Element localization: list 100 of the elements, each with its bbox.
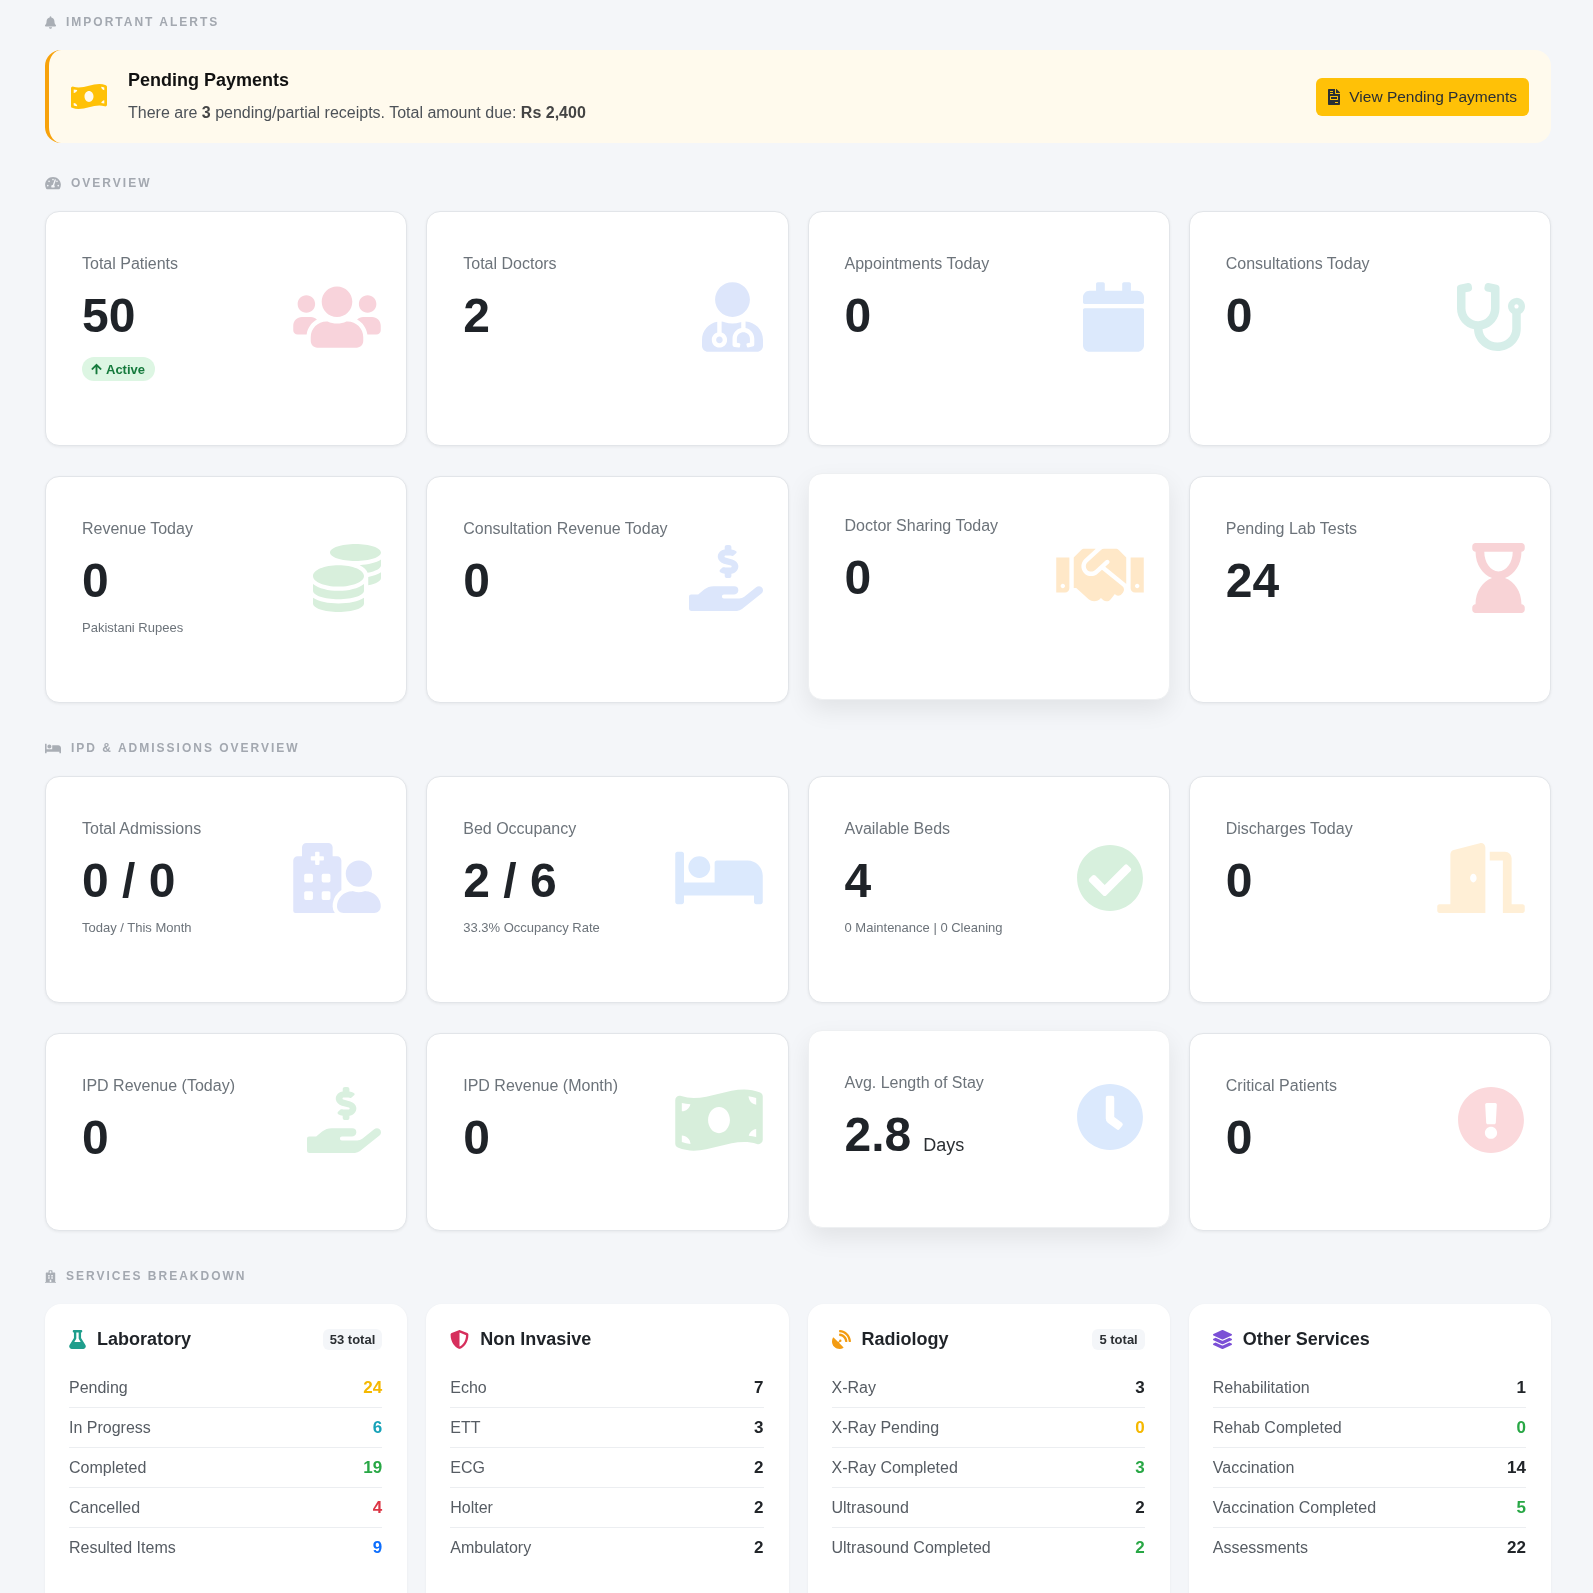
bell-icon [45, 15, 56, 29]
total-count: 53 total [322, 1328, 383, 1350]
hospital-icon [45, 1269, 56, 1283]
service-title: Other Services [1242, 1328, 1370, 1350]
service-count: 2 [754, 1537, 764, 1558]
stat-value: 0 [1225, 853, 1253, 909]
service-label: X-Ray [831, 1378, 876, 1397]
service-count: 5 [1516, 1497, 1526, 1518]
stat-label: Consultation Revenue Today [463, 519, 668, 539]
stat-value: 0 [844, 550, 872, 606]
satellite-dish-icon [831, 1329, 851, 1349]
stat-value: 0 / 0 [82, 853, 176, 909]
service-label: Rehab Completed [1212, 1418, 1342, 1437]
service-label: Pending [69, 1378, 128, 1397]
stat-label: Appointments Today [844, 254, 990, 274]
calendar-icon [1082, 281, 1144, 352]
service-label: ECG [450, 1458, 485, 1477]
service-label: Assessments [1212, 1538, 1308, 1557]
bed-icon [45, 741, 61, 755]
stat-value: 2 / 6 [463, 853, 557, 909]
stat-label: Total Patients [82, 254, 179, 274]
stat-label: Consultations Today [1225, 254, 1370, 274]
service-count: 3 [754, 1417, 764, 1438]
service-count: 9 [372, 1537, 383, 1558]
stat-note: Pakistani Rupees [82, 619, 184, 637]
service-label: Resulted Items [69, 1538, 176, 1557]
stat-value: 0 [463, 1110, 490, 1166]
service-label: Echo [450, 1378, 487, 1397]
section-heading: IPD & ADMISSIONS OVERVIEW [71, 741, 300, 755]
doctor-icon [701, 281, 763, 352]
stat-note: 33.3% Occupancy Rate [463, 919, 600, 937]
service-count: 7 [754, 1377, 764, 1398]
service-label: Holter [450, 1498, 493, 1517]
stat-label: Avg. Length of Stay [844, 1073, 984, 1093]
stat-label: Revenue Today [82, 519, 193, 539]
arrow-up-icon [91, 363, 102, 375]
money-bill-icon [71, 82, 107, 111]
service-title: Radiology [861, 1328, 949, 1350]
section-heading: OVERVIEW [71, 176, 152, 190]
service-label: X-Ray Completed [831, 1458, 958, 1477]
stat-value: 2.8 [844, 1107, 912, 1163]
stat-label: Doctor Sharing Today [844, 516, 999, 536]
total-count: 5 total [1092, 1328, 1145, 1350]
alert-message: There are 3 pending/partial receipts. Total amount due: Rs 2,400 [128, 103, 587, 123]
service-count: 24 [363, 1377, 383, 1398]
stat-value: 0 [1225, 1110, 1253, 1166]
stat-label: IPD Revenue (Month) [463, 1076, 618, 1096]
stat-label: Available Beds [844, 819, 951, 839]
stat-label: Critical Patients [1225, 1076, 1337, 1096]
service-count: 0 [1516, 1417, 1526, 1438]
service-label: Vaccination [1212, 1458, 1295, 1477]
view-payments-button[interactable]: View Pending Payments [1316, 77, 1529, 116]
hand-dollar-icon [688, 542, 763, 613]
service-count: 3 [1135, 1457, 1145, 1478]
stat-label: Total Admissions [82, 819, 202, 839]
stat-label: IPD Revenue (Today) [82, 1076, 235, 1096]
stat-note: Today / This Month [82, 919, 192, 937]
stethoscope-icon [1457, 282, 1525, 351]
service-label: Vaccination Completed [1212, 1498, 1377, 1517]
stat-label: Total Doctors [463, 254, 557, 274]
service-label: In Progress [69, 1418, 151, 1437]
stat-value: 0 [1225, 288, 1253, 344]
service-label: Ambulatory [450, 1538, 532, 1557]
service-count: 19 [363, 1457, 383, 1478]
stat-label: Pending Lab Tests [1225, 519, 1358, 539]
stat-value: 2 [463, 288, 490, 344]
service-label: Rehabilitation [1212, 1378, 1310, 1397]
door-icon [1437, 842, 1525, 913]
flask-icon [69, 1329, 86, 1349]
service-count: 2 [1135, 1497, 1145, 1518]
service-title: Non Invasive [480, 1328, 592, 1350]
shield-icon [450, 1329, 470, 1349]
service-count: 22 [1507, 1537, 1526, 1558]
stat-value: 0 [82, 1110, 109, 1166]
stat-value: 50 [82, 288, 136, 344]
gauge-icon [45, 176, 61, 190]
hand-dollar-icon [307, 1085, 382, 1155]
service-count: 1 [1516, 1377, 1526, 1398]
service-label: Ultrasound Completed [831, 1538, 991, 1557]
hospital-user-icon [293, 842, 382, 913]
service-label: Completed [69, 1458, 147, 1477]
stat-label: Bed Occupancy [463, 819, 577, 839]
stat-note: 0 Maintenance | 0 Cleaning [844, 919, 1003, 937]
service-count: 3 [1135, 1377, 1145, 1398]
service-count: 2 [1135, 1537, 1145, 1558]
stat-value: 0 [82, 553, 109, 609]
service-label: X-Ray Pending [831, 1418, 940, 1437]
file-icon [1328, 88, 1341, 105]
section-heading: IMPORTANT ALERTS [66, 15, 220, 29]
clock-icon [1075, 1083, 1144, 1151]
service-label: ETT [450, 1418, 481, 1437]
stat-unit: Days [923, 1135, 965, 1156]
stat-value: 4 [844, 853, 872, 909]
layers-icon [1212, 1329, 1232, 1349]
service-title: Laboratory [97, 1328, 192, 1350]
alert-title: Pending Payments [128, 69, 291, 92]
coins-icon [313, 543, 382, 612]
service-count: 2 [754, 1497, 764, 1518]
hourglass-icon [1472, 542, 1525, 613]
service-label: Cancelled [69, 1498, 141, 1517]
